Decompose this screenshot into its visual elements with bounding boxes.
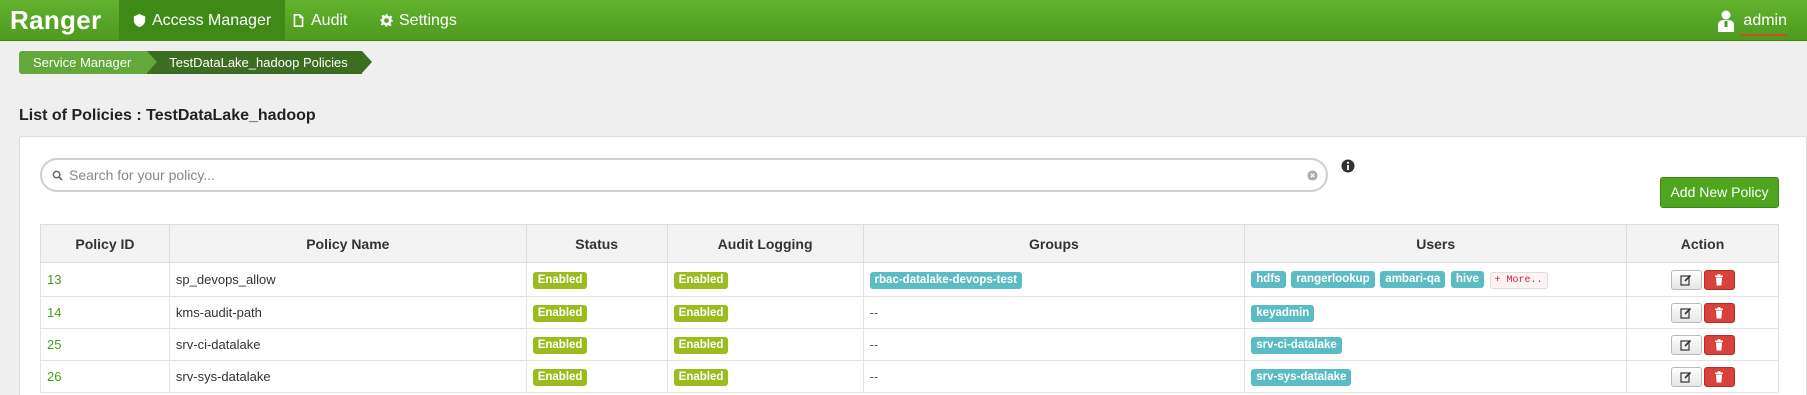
edit-icon — [1680, 339, 1692, 351]
search-input[interactable] — [69, 167, 1269, 183]
more-users-link[interactable]: + More.. — [1489, 272, 1548, 289]
policy-id-cell: 14 — [40, 296, 170, 329]
user-underline — [1741, 34, 1787, 36]
status-badge: Enabled — [532, 271, 588, 289]
groups-cell: -- — [862, 328, 1246, 361]
status-badge: Enabled — [532, 304, 588, 322]
trash-icon — [1715, 273, 1724, 285]
search-icon — [52, 170, 63, 181]
col-action: Action — [1626, 224, 1779, 263]
brand-logo[interactable]: Ranger — [10, 3, 101, 37]
audit-badge: Enabled — [673, 368, 729, 386]
delete-policy-button[interactable] — [1703, 366, 1735, 387]
policy-name-cell: sp_devops_allow — [168, 262, 527, 297]
groups-cell: -- — [862, 296, 1246, 329]
table-row: 26 srv-sys-datalake Enabled Enabled -- s… — [40, 360, 1779, 393]
col-policy-id[interactable]: Policy ID — [40, 224, 170, 263]
status-badge: Enabled — [532, 336, 588, 354]
groups-cell: -- — [862, 360, 1246, 393]
user-icon — [1718, 10, 1735, 32]
edit-policy-button[interactable] — [1670, 269, 1702, 290]
nav-audit-label: Audit — [311, 12, 348, 29]
nav-access-manager-label: Access Manager — [152, 12, 272, 29]
col-policy-name[interactable]: Policy Name — [168, 224, 527, 263]
nav-access-manager[interactable]: Access Manager — [119, 0, 286, 41]
user-badge: srv-sys-datalake — [1251, 368, 1352, 386]
breadcrumb-service-manager[interactable]: Service Manager — [19, 51, 158, 74]
table-row: 14 kms-audit-path Enabled Enabled -- key… — [40, 296, 1779, 329]
page-title: List of Policies : TestDataLake_hadoop — [19, 107, 316, 124]
nav-settings-label: Settings — [399, 12, 457, 29]
top-navbar: Ranger Access Manager Audit Settings adm… — [0, 0, 1807, 41]
policy-table: Policy ID Policy Name Status Audit Loggi… — [40, 224, 1779, 393]
policy-name-cell: srv-sys-datalake — [168, 360, 527, 393]
delete-policy-button[interactable] — [1703, 334, 1735, 355]
edit-icon — [1680, 371, 1692, 383]
col-users[interactable]: Users — [1244, 224, 1628, 263]
user-badge: hdfs — [1251, 271, 1286, 288]
edit-policy-button[interactable] — [1670, 366, 1702, 387]
add-new-policy-button[interactable]: Add New Policy — [1660, 177, 1779, 208]
trash-icon — [1715, 338, 1724, 350]
edit-policy-button[interactable] — [1670, 302, 1702, 323]
breadcrumb: Service Manager TestDataLake_hadoop Poli… — [19, 51, 372, 74]
shield-icon — [133, 14, 146, 27]
user-badge: srv-ci-datalake — [1251, 336, 1342, 354]
nav-audit[interactable]: Audit — [278, 0, 361, 41]
gear-icon — [380, 14, 393, 27]
file-icon — [293, 14, 304, 27]
edit-icon — [1680, 274, 1692, 286]
audit-badge: Enabled — [673, 304, 729, 322]
col-status[interactable]: Status — [525, 224, 668, 263]
user-badge: ambari-qa — [1380, 271, 1446, 288]
audit-badge: Enabled — [673, 271, 729, 289]
clear-search-icon[interactable] — [1307, 170, 1318, 181]
col-groups[interactable]: Groups — [862, 224, 1246, 263]
policy-id-cell: 13 — [40, 262, 170, 297]
user-badge: hive — [1450, 271, 1484, 288]
table-header-row: Policy ID Policy Name Status Audit Loggi… — [40, 224, 1779, 263]
status-badge: Enabled — [532, 368, 588, 386]
policy-id-cell: 25 — [40, 328, 170, 361]
edit-policy-button[interactable] — [1670, 334, 1702, 355]
delete-policy-button[interactable] — [1703, 302, 1735, 323]
user-name: admin — [1743, 11, 1787, 29]
audit-badge: Enabled — [673, 336, 729, 354]
policy-name-cell: kms-audit-path — [168, 296, 527, 329]
table-row: 13 sp_devops_allow Enabled Enabled rbac-… — [40, 262, 1779, 297]
group-badge: rbac-datalake-devops-test — [869, 271, 1023, 289]
policy-id-cell: 26 — [40, 360, 170, 393]
user-badge: rangerlookup — [1291, 271, 1375, 288]
user-badge: keyadmin — [1251, 304, 1315, 322]
trash-icon — [1715, 370, 1724, 382]
nav-settings[interactable]: Settings — [366, 0, 471, 41]
delete-policy-button[interactable] — [1703, 269, 1735, 290]
breadcrumb-current-policies: TestDataLake_hadoop Policies — [147, 51, 372, 74]
info-icon[interactable] — [1341, 159, 1355, 173]
col-audit-logging[interactable]: Audit Logging — [666, 224, 864, 263]
policy-name-cell: srv-ci-datalake — [168, 328, 527, 361]
search-box[interactable] — [40, 158, 1328, 192]
table-row: 25 srv-ci-datalake Enabled Enabled -- sr… — [40, 328, 1779, 361]
edit-icon — [1680, 307, 1692, 319]
trash-icon — [1715, 306, 1724, 318]
